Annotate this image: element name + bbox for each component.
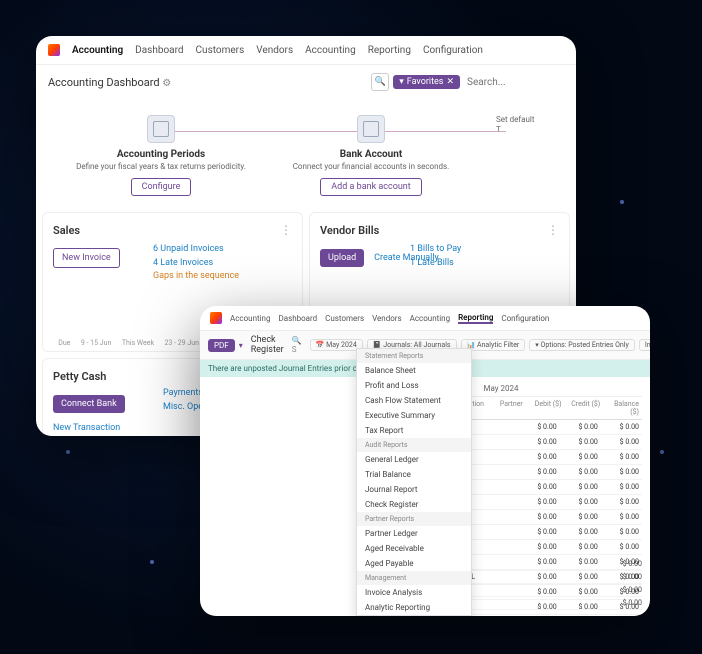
card-desc: Define your fiscal years & tax returns p… (76, 162, 246, 172)
nav-reporting[interactable]: Reporting (368, 45, 411, 56)
configure-button[interactable]: Configure (131, 178, 192, 196)
bills-to-pay-link[interactable]: 1 Bills to Pay (410, 243, 461, 257)
menu-profit-loss[interactable]: Profit and Loss (357, 378, 471, 393)
search-icon[interactable]: 🔍 (371, 73, 389, 91)
nav-reporting[interactable]: Reporting (458, 313, 493, 324)
nav-vendors[interactable]: Vendors (256, 45, 293, 56)
card-desc: Connect your financial accounts in secon… (286, 162, 456, 172)
onboarding-flow: Accounting Periods Define your fiscal ye… (36, 99, 576, 212)
menu-deferred-expense[interactable]: Deferred Expense (357, 615, 471, 616)
menu-aged-payable[interactable]: Aged Payable (357, 556, 471, 571)
menu-exec-summary[interactable]: Executive Summary (357, 408, 471, 423)
gear-icon[interactable]: ⚙ (162, 78, 171, 89)
nav-accounting2[interactable]: Accounting (305, 45, 356, 56)
nav-customers[interactable]: Customers (325, 314, 364, 323)
card-taxes: Set default T (496, 115, 536, 196)
late-bills-link[interactable]: 1 Late Bills (410, 257, 461, 271)
app-logo-icon (210, 312, 222, 324)
card-desc: Set default T (496, 115, 536, 136)
chip-options[interactable]: ▾ Options: Posted Entries Only (529, 339, 635, 351)
menu-group-header: Audit Reports (357, 438, 471, 452)
upload-button[interactable]: Upload (320, 249, 364, 267)
report-title: Check Register (251, 335, 284, 355)
nav-accounting2[interactable]: Accounting (410, 314, 450, 323)
menu-general-ledger[interactable]: General Ledger (357, 452, 471, 467)
bank-icon (357, 115, 385, 143)
search-input[interactable] (464, 74, 564, 91)
card-title: Bank Account (286, 149, 456, 160)
tile-title: Sales (53, 224, 80, 237)
kebab-icon[interactable]: ⋮ (547, 223, 559, 237)
menu-cash-flow[interactable]: Cash Flow Statement (357, 393, 471, 408)
menu-group-header: Partner Reports (357, 512, 471, 526)
nav-vendors[interactable]: Vendors (372, 314, 402, 323)
tile-title: Vendor Bills (320, 224, 379, 237)
nav-accounting[interactable]: Accounting (230, 314, 270, 323)
filter-favorites[interactable]: ▾ Favorites ✕ (393, 75, 460, 89)
unpaid-invoices-link[interactable]: 6 Unpaid Invoices (153, 243, 239, 257)
menu-group-header: Management (357, 571, 471, 585)
nav-customers[interactable]: Customers (196, 45, 245, 56)
top-nav: Accounting Dashboard Customers Vendors A… (36, 36, 576, 65)
sequence-warning: Gaps in the sequence (153, 270, 239, 284)
menu-partner-ledger[interactable]: Partner Ledger (357, 526, 471, 541)
x-label: 9 - 15 Jun (81, 339, 112, 347)
kebab-icon[interactable]: ⋮ (280, 223, 292, 237)
top-nav: Accounting Dashboard Customers Vendors A… (200, 306, 650, 331)
new-invoice-button[interactable]: New Invoice (53, 248, 120, 268)
menu-balance-sheet[interactable]: Balance Sheet (357, 363, 471, 378)
pdf-button[interactable]: PDF (208, 339, 235, 352)
card-accounting-periods: Accounting Periods Define your fiscal ye… (76, 115, 246, 196)
menu-check-register[interactable]: Check Register (357, 497, 471, 512)
nav-dashboard[interactable]: Dashboard (278, 314, 317, 323)
menu-trial-balance[interactable]: Trial Balance (357, 467, 471, 482)
menu-tax-report[interactable]: Tax Report (357, 423, 471, 438)
reporting-dropdown: Statement Reports Balance Sheet Profit a… (356, 348, 472, 616)
connect-bank-button[interactable]: Connect Bank (53, 395, 125, 413)
report-window: Accounting Dashboard Customers Vendors A… (200, 306, 650, 616)
x-label: This Week (122, 339, 154, 347)
menu-aged-receivable[interactable]: Aged Receivable (357, 541, 471, 556)
x-label: Due (58, 339, 70, 347)
menu-analytic-reporting[interactable]: Analytic Reporting (357, 600, 471, 615)
chip-currency[interactable]: In $ (639, 339, 650, 351)
add-bank-button[interactable]: Add a bank account (320, 178, 421, 196)
menu-journal-report[interactable]: Journal Report (357, 482, 471, 497)
card-title: Accounting Periods (76, 149, 246, 160)
app-logo-icon (48, 44, 60, 56)
chip-date[interactable]: 📅 May 2024 (310, 339, 363, 351)
nav-configuration[interactable]: Configuration (423, 45, 483, 56)
menu-group-header: Statement Reports (357, 349, 471, 363)
sub-bar: Accounting Dashboard ⚙ 🔍 ▾ Favorites ✕ (36, 65, 576, 99)
late-invoices-link[interactable]: 4 Late Invoices (153, 257, 239, 271)
menu-invoice-analysis[interactable]: Invoice Analysis (357, 585, 471, 600)
nav-configuration[interactable]: Configuration (501, 314, 549, 323)
tile-title: Petty Cash (53, 370, 106, 383)
x-label: 23 - 29 Jun (164, 339, 198, 347)
calendar-icon (147, 115, 175, 143)
chevron-down-icon[interactable]: ▾ (239, 341, 243, 350)
page-title: Accounting Dashboard (48, 76, 160, 89)
nav-accounting[interactable]: Accounting (72, 45, 123, 56)
search-icon[interactable]: 🔍 S (292, 336, 302, 354)
nav-dashboard[interactable]: Dashboard (135, 45, 183, 56)
card-bank-account: Bank Account Connect your financial acco… (286, 115, 456, 196)
